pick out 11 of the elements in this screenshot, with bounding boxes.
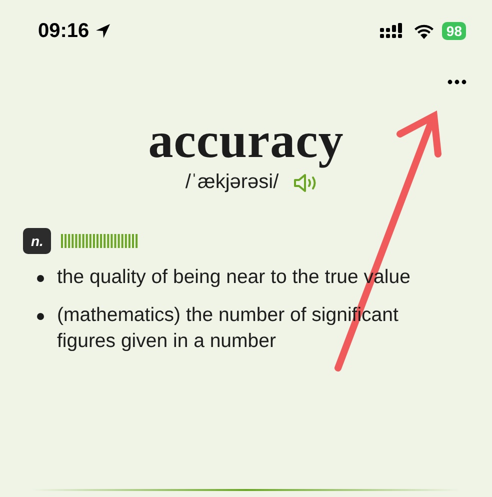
wifi-icon [414, 24, 434, 38]
bullet-icon [37, 313, 44, 320]
location-arrow-icon [95, 23, 112, 39]
more-options-icon[interactable] [447, 79, 467, 85]
status-time: 09:16 [38, 20, 90, 42]
bullet-icon [37, 275, 44, 282]
pronunciation: /ˈækjərəsi/ [185, 171, 279, 194]
battery-level: 98 [442, 22, 466, 40]
headword: accuracy [147, 111, 345, 169]
part-of-speech-tag: n. [23, 228, 52, 254]
frequency-bars-icon [61, 234, 140, 248]
